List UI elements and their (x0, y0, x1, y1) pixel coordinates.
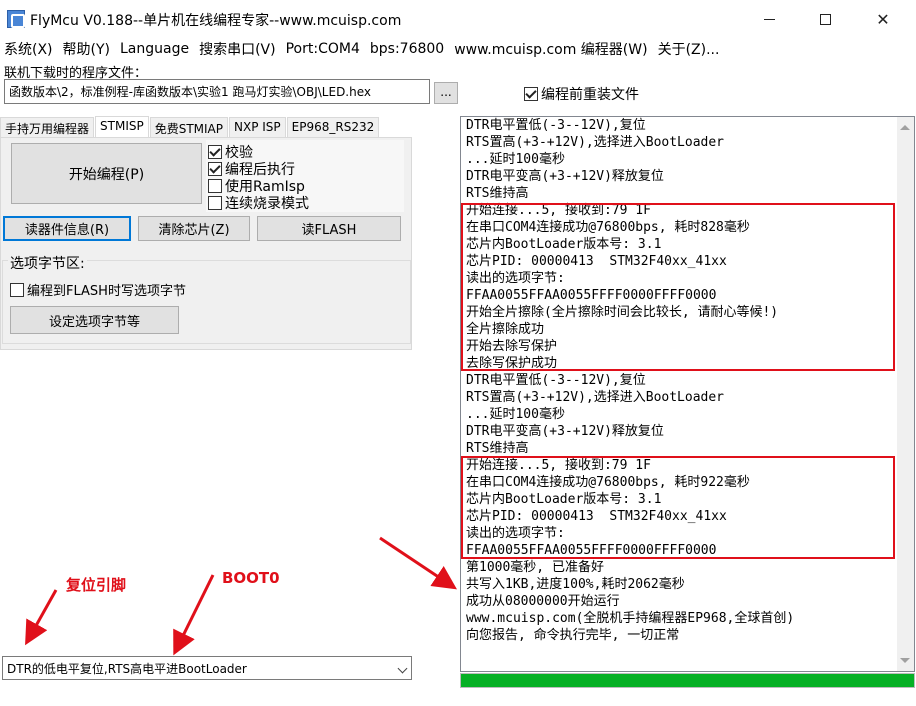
log-line: 成功从08000000开始运行 (466, 594, 620, 609)
tab-ep968[interactable]: EP968_RS232 (286, 117, 380, 137)
title-bar: FlyMcu V0.188--单片机在线编程专家--www.mcuisp.com… (0, 0, 916, 38)
scroll-down-icon[interactable] (900, 658, 910, 663)
set-option-bytes-button[interactable]: 设定选项字节等 (10, 306, 179, 334)
log-line: 第1000毫秒, 已准备好 (466, 560, 604, 575)
arrow-boot0 (173, 574, 215, 656)
menu-language[interactable]: Language (116, 41, 195, 57)
minimize-button[interactable] (746, 6, 792, 32)
log-lines: DTR电平置低(-3--12V),复位 RTS置高(+3-+12V),选择进入Bo… (466, 117, 794, 644)
close-icon: ✕ (876, 9, 890, 29)
tab-nxp-isp[interactable]: NXP ISP (229, 117, 286, 137)
log-line: DTR电平变高(+3-+12V)释放复位 (466, 169, 664, 184)
log-line: RTS置高(+3-+12V),选择进入BootLoader (466, 135, 725, 150)
browse-button[interactable]: ... (434, 82, 458, 104)
log-line: DTR电平变高(+3-+12V)释放复位 (466, 424, 664, 439)
window-title: FlyMcu V0.188--单片机在线编程专家--www.mcuisp.com (30, 13, 402, 29)
highlight-box-first-connect (461, 203, 895, 371)
erase-chip-button[interactable]: 清除芯片(Z) (138, 216, 250, 241)
log-line: RTS置高(+3-+12V),选择进入BootLoader (466, 390, 725, 405)
close-button[interactable]: ✕ (860, 6, 906, 32)
arrow-reset-pin (25, 589, 58, 646)
tab-handheld[interactable]: 手持万用编程器 (0, 117, 95, 137)
reset-mode-select[interactable]: DTR的低电平复位,RTS高电平进BootLoader (2, 656, 412, 680)
maximize-button[interactable] (802, 6, 848, 32)
log-scrollbar[interactable] (897, 117, 914, 671)
file-path-input[interactable]: 函数版本\2，标准例程-库函数版本\实验1 跑马灯实验\OBJ\LED.hex (4, 79, 430, 104)
menu-port[interactable]: Port:COM4 (282, 41, 366, 57)
progress-fill (461, 674, 914, 687)
app-icon (7, 10, 25, 28)
checkbox-icon (208, 145, 222, 159)
progress-bar (460, 673, 915, 688)
checkbox-icon (208, 196, 222, 210)
write-option-bytes-label: 编程到FLASH时写选项字节 (27, 284, 186, 299)
log-line: 向您报告, 命令执行完毕, 一切正常 (466, 628, 680, 643)
option-bytes-title: 选项字节区: (8, 253, 87, 273)
menu-search-port[interactable]: 搜索串口(V) (195, 39, 282, 59)
checkbox-icon (208, 179, 222, 193)
annotation-reset-pin: 复位引脚 (66, 576, 127, 594)
checkbox-icon (10, 282, 24, 297)
menu-bar: 系统(X) 帮助(Y) Language 搜索串口(V) Port:COM4 b… (0, 38, 916, 60)
minimize-icon (763, 18, 775, 20)
log-line: RTS维持高 (466, 186, 529, 201)
reset-mode-value: DTR的低电平复位,RTS高电平进BootLoader (7, 662, 247, 676)
log-line: ...延时100毫秒 (466, 152, 565, 167)
write-option-bytes-checkbox[interactable]: 编程到FLASH时写选项字节 (10, 280, 186, 299)
menu-about[interactable]: 关于(Z)... (654, 39, 726, 59)
menu-system[interactable]: 系统(X) (0, 39, 59, 59)
reload-before-program-checkbox[interactable]: 编程前重装文件 (524, 84, 639, 104)
start-programming-button[interactable]: 开始编程(P) (11, 143, 202, 204)
menu-help[interactable]: 帮助(Y) (59, 39, 116, 59)
read-flash-button[interactable]: 读FLASH (257, 216, 401, 241)
tab-stmiap[interactable]: 免费STMIAP (149, 117, 229, 137)
tab-stmisp[interactable]: STMISP (95, 116, 149, 138)
continuous-mode-checkbox[interactable]: 连续烧录模式 (208, 193, 309, 213)
menu-programmer[interactable]: www.mcuisp.com 编程器(W) (450, 39, 653, 59)
scroll-up-icon[interactable] (900, 125, 910, 130)
tab-strip: 手持万用编程器 STMISP 免费STMIAP NXP ISP EP968_RS… (0, 116, 380, 138)
read-device-info-button[interactable]: 读器件信息(R) (3, 216, 131, 241)
log-line: ...延时100毫秒 (466, 407, 565, 422)
checkbox-icon (524, 87, 538, 101)
log-line: 共写入1KB,进度100%,耗时2062毫秒 (466, 577, 685, 592)
log-line: DTR电平置低(-3--12V),复位 (466, 373, 646, 388)
checkbox-icon (208, 162, 222, 176)
reload-label: 编程前重装文件 (541, 87, 639, 103)
continuous-label: 连续烧录模式 (225, 196, 309, 212)
highlight-box-second-connect (461, 456, 895, 559)
log-line: RTS维持高 (466, 441, 529, 456)
arrow-log-success (379, 536, 457, 590)
log-line: DTR电平置低(-3--12V),复位 (466, 118, 646, 133)
log-line: www.mcuisp.com(全脱机手持编程器EP968,全球首创) (466, 611, 795, 626)
chevron-down-icon (397, 663, 408, 674)
menu-bps[interactable]: bps:76800 (366, 41, 450, 57)
maximize-icon (819, 13, 831, 25)
annotation-boot0: BOOT0 (222, 569, 280, 587)
log-output[interactable]: DTR电平置低(-3--12V),复位 RTS置高(+3-+12V),选择进入Bo… (460, 116, 915, 672)
